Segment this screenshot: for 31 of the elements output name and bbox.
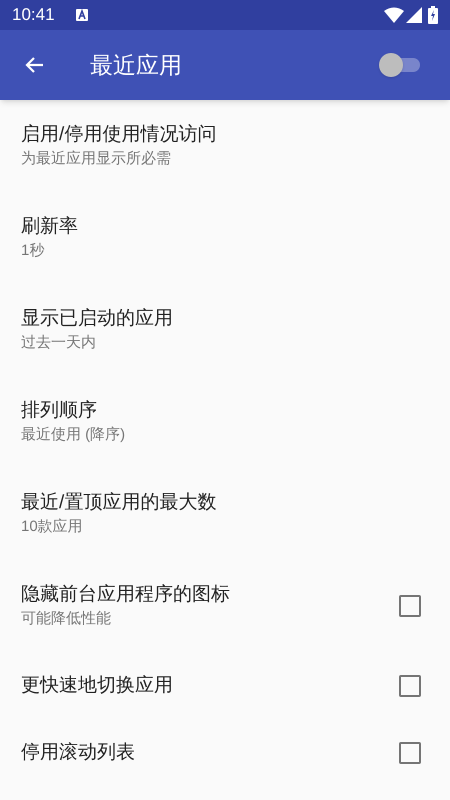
setting-title: 更快速地切换应用 — [21, 674, 174, 698]
setting-title: 刷新率 — [21, 215, 79, 239]
settings-row[interactable]: 更快速地切换应用 — [0, 652, 450, 719]
setting-summary: 10款应用 — [21, 517, 84, 537]
settings-row[interactable]: 启用/停用使用情况访问 为最近应用显示所必需 — [0, 100, 450, 192]
setting-summary: 过去一天内 — [21, 333, 97, 353]
checkbox[interactable] — [399, 742, 421, 764]
setting-summary: 最近使用 (降序) — [21, 425, 126, 445]
notification-icon — [76, 9, 88, 21]
setting-title: 停用滚动列表 — [21, 740, 136, 764]
setting-summary: 1秒 — [21, 241, 46, 261]
settings-row[interactable]: 停用滚动列表 — [0, 719, 450, 786]
wifi-icon — [384, 7, 404, 23]
setting-title: 最近/置顶应用的最大数 — [21, 491, 218, 515]
battery-icon — [428, 6, 438, 24]
checkbox[interactable] — [399, 674, 421, 696]
setting-title: 隐藏前台应用程序的图标 — [21, 583, 231, 607]
setting-summary: 为最近应用显示所必需 — [21, 149, 172, 169]
checkbox[interactable] — [399, 595, 421, 617]
setting-title: 排列顺序 — [21, 399, 98, 423]
setting-title: 启用/停用使用情况访问 — [21, 123, 218, 147]
setting-title: 显示已启动的应用 — [21, 307, 174, 331]
signal-icon — [406, 7, 422, 23]
status-time: 10:41 — [12, 4, 55, 26]
setting-summary: 可能降低性能 — [21, 609, 112, 629]
settings-row[interactable]: 隐藏前台应用程序的图标 可能降低性能 — [0, 560, 450, 652]
settings-row[interactable]: 排列顺序 最近使用 (降序) — [0, 376, 450, 468]
screen-title: 最近应用 — [90, 50, 182, 80]
settings-row[interactable]: 显示已启动的应用 过去一天内 — [0, 284, 450, 376]
settings-row[interactable]: 最近/置顶应用的最大数 10款应用 — [0, 468, 450, 560]
settings-row[interactable]: 刷新率 1秒 — [0, 192, 450, 284]
